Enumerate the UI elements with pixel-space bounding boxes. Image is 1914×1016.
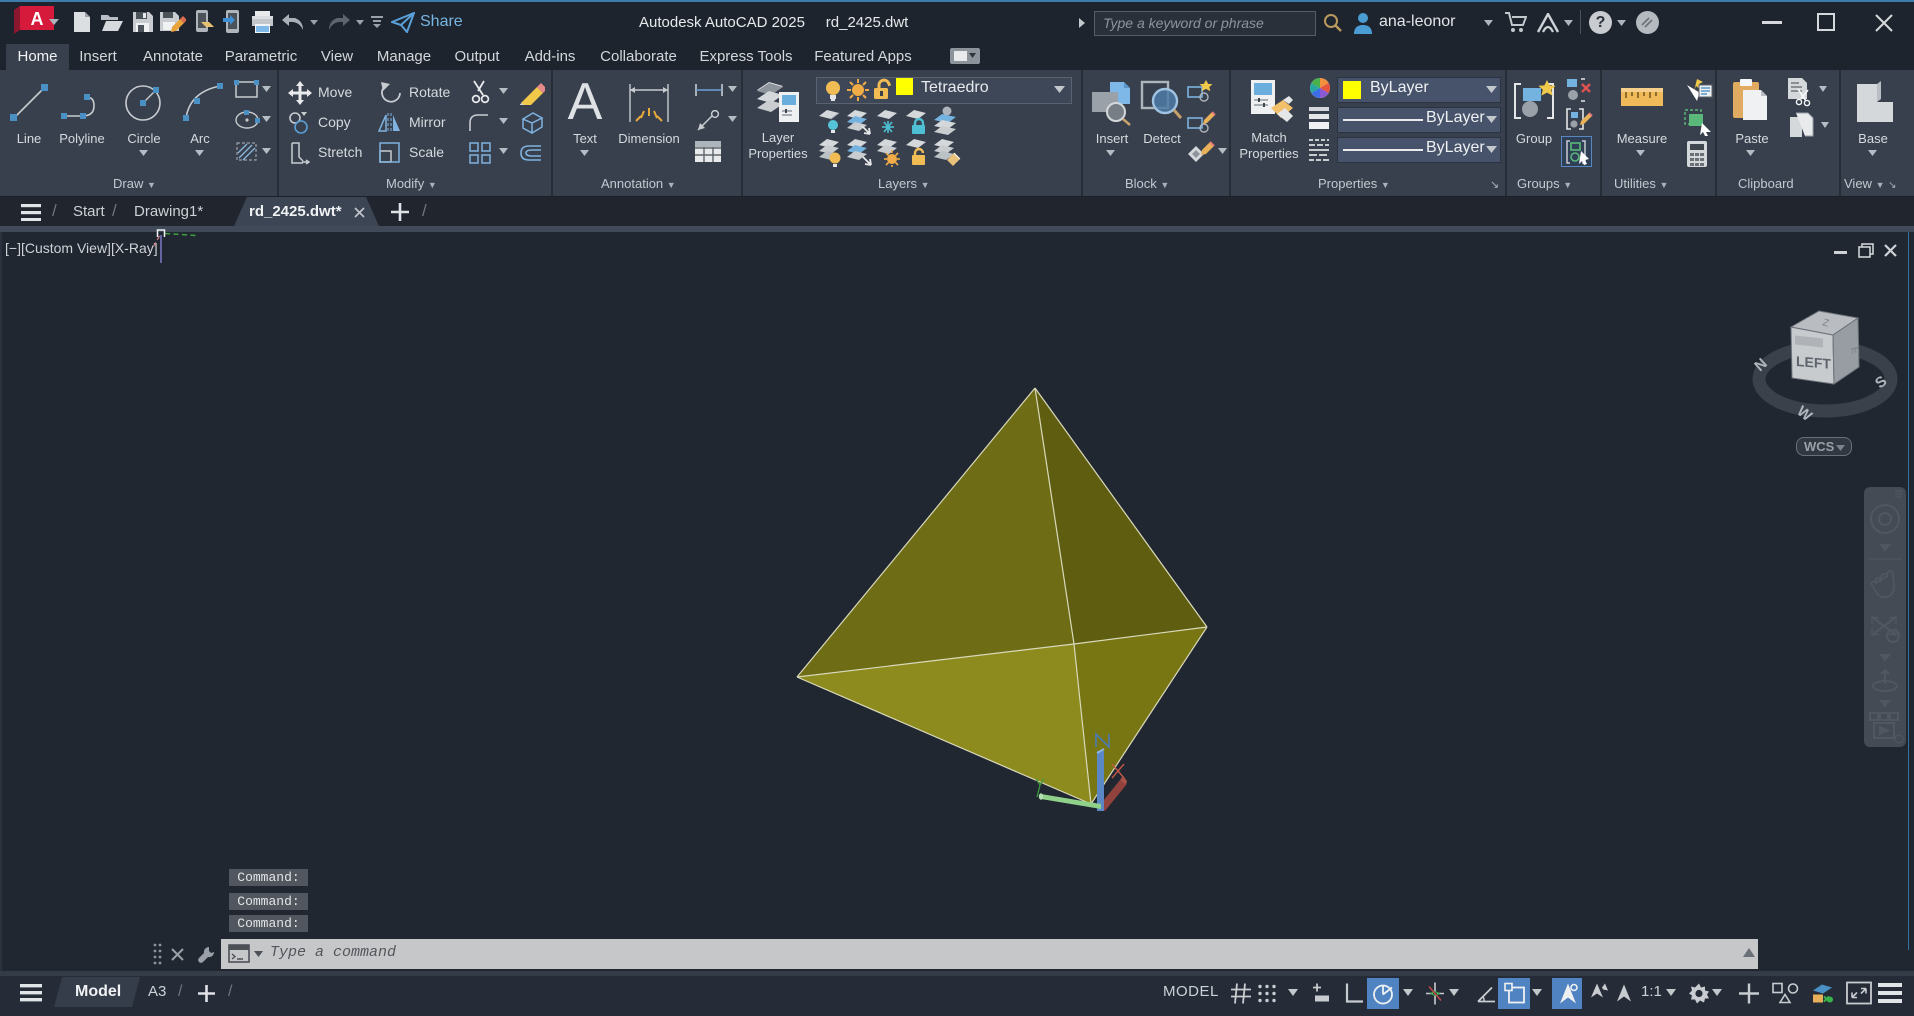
svg-text:LEFT: LEFT [1796, 353, 1831, 372]
svg-text:A: A [31, 9, 44, 29]
